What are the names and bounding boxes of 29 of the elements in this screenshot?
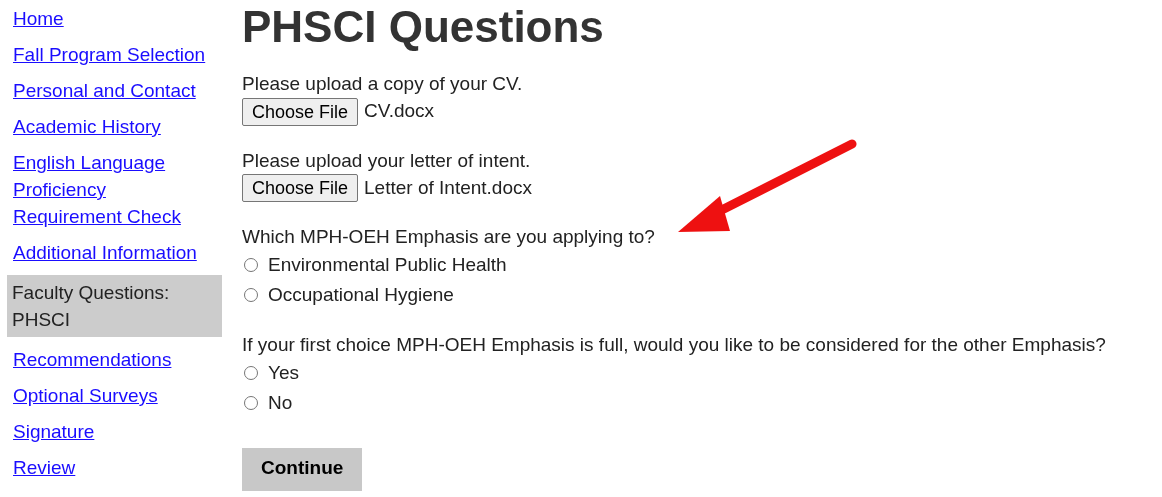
radio-label: No [268, 391, 293, 416]
sidebar-link[interactable]: Academic History [8, 113, 222, 140]
radio-button[interactable] [244, 366, 258, 381]
sidebar-link[interactable]: Home [8, 5, 222, 32]
radio-button[interactable] [244, 288, 258, 303]
sidebar-link[interactable]: Personal and Contact [8, 77, 222, 104]
radio-button[interactable] [244, 258, 258, 273]
page-title: PHSCI Questions [242, 3, 605, 52]
sidebar-link[interactable]: Recommendations [8, 346, 222, 373]
radio-label: Occupational Hygiene [268, 283, 454, 308]
radio-label: Yes [268, 361, 299, 386]
choose-file-button[interactable]: Choose File [242, 174, 359, 203]
sidebar-link[interactable]: Review [8, 454, 222, 481]
sidebar-link[interactable]: English Language Proficiency Requirement Check [8, 149, 222, 230]
sidebar-link[interactable]: Optional Surveys [8, 382, 222, 409]
sidebar-link[interactable]: Additional Information [8, 239, 222, 266]
radio-button[interactable] [244, 396, 258, 411]
question-text: If your first choice MPH-OEH Emphasis is full, would you like to be considered for the other Emphasis? [242, 333, 1106, 358]
question-text: Which MPH-OEH Emphasis are you applying to? [242, 225, 656, 250]
radio-label: Environmental Public Health [268, 253, 507, 278]
choose-file-button[interactable]: Choose File [242, 97, 359, 126]
sidebar-link[interactable]: Faculty Questions: PHSCI [7, 275, 222, 337]
question-text: Please upload a copy of your CV. [242, 72, 524, 97]
file-name: CV.docx [364, 99, 435, 124]
sidebar-link[interactable]: Fall Program Selection [8, 41, 222, 68]
sidebar-link[interactable]: Signature [8, 418, 222, 445]
continue-button[interactable]: Continue [242, 448, 363, 491]
file-name: Letter of Intent.docx [364, 175, 532, 200]
question-text: Please upload your letter of intent. [242, 148, 532, 173]
